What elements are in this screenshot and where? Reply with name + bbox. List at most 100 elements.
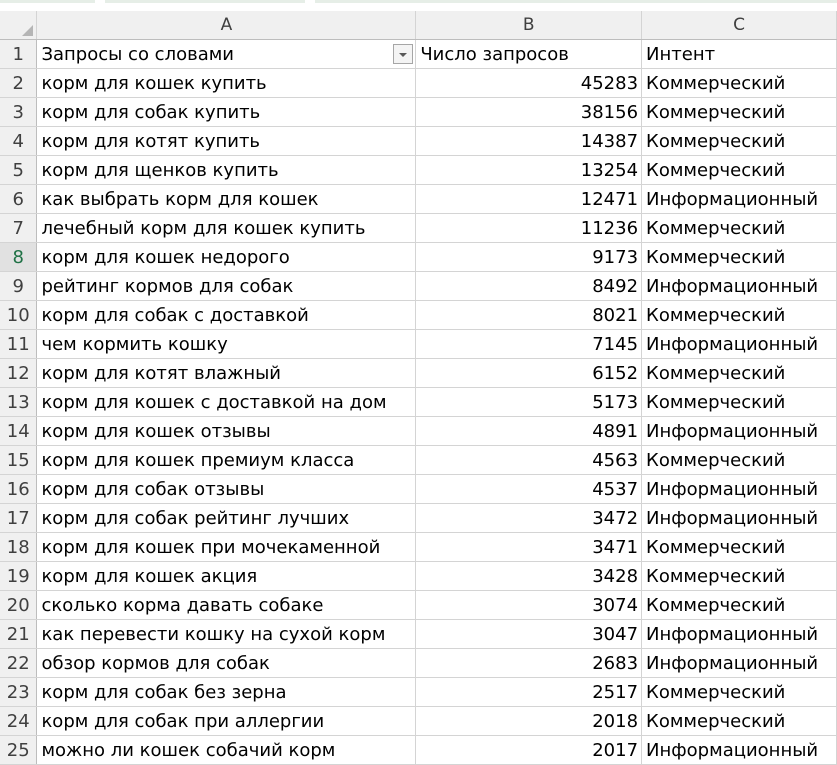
row-header[interactable]: 18 xyxy=(0,532,38,562)
row-header[interactable]: 17 xyxy=(0,503,38,533)
filter-dropdown-button[interactable] xyxy=(393,44,414,64)
cell-query[interactable]: как перевести кошку на сухой корм xyxy=(36,619,417,649)
cell-count[interactable]: 8492 xyxy=(415,271,643,301)
cell-header-queries[interactable]: Запросы со словами xyxy=(36,39,417,69)
row-header[interactable]: 21 xyxy=(0,619,38,649)
row-header[interactable]: 14 xyxy=(0,416,38,446)
cell-header-intent[interactable]: Интент xyxy=(641,39,837,69)
cell-count[interactable]: 3428 xyxy=(415,561,643,591)
cell-intent[interactable]: Коммерческий xyxy=(641,677,837,707)
row-header[interactable]: 6 xyxy=(0,184,38,214)
cell-intent[interactable]: Коммерческий xyxy=(641,706,837,736)
cell-query[interactable]: корм для кошек акция xyxy=(36,561,417,591)
cell-intent[interactable]: Информационный xyxy=(641,184,837,214)
row-header[interactable]: 19 xyxy=(0,561,38,591)
cell-intent[interactable]: Информационный xyxy=(641,735,837,765)
column-header-b[interactable]: B xyxy=(415,11,643,40)
cell-intent[interactable]: Коммерческий xyxy=(641,300,837,330)
cell-count[interactable]: 6152 xyxy=(415,358,643,388)
cell-count[interactable]: 3047 xyxy=(415,619,643,649)
cell-intent[interactable]: Коммерческий xyxy=(641,561,837,591)
cell-count[interactable]: 13254 xyxy=(415,155,643,185)
cell-intent[interactable]: Коммерческий xyxy=(641,213,837,243)
column-header-a[interactable]: A xyxy=(36,11,417,40)
row-header[interactable]: 15 xyxy=(0,445,38,475)
row-header[interactable]: 11 xyxy=(0,329,38,359)
cell-intent[interactable]: Информационный xyxy=(641,416,837,446)
cell-count[interactable]: 4563 xyxy=(415,445,643,475)
cell-count[interactable]: 3471 xyxy=(415,532,643,562)
row-header[interactable]: 22 xyxy=(0,648,38,678)
cell-intent[interactable]: Информационный xyxy=(641,271,837,301)
cell-intent[interactable]: Коммерческий xyxy=(641,97,837,127)
cell-query[interactable]: корм для котят купить xyxy=(36,126,417,156)
cell-query[interactable]: можно ли кошек собачий корм xyxy=(36,735,417,765)
cell-query[interactable]: корм для кошек отзывы xyxy=(36,416,417,446)
cell-intent[interactable]: Информационный xyxy=(641,619,837,649)
cell-count[interactable]: 3074 xyxy=(415,590,643,620)
cell-query[interactable]: корм для собак отзывы xyxy=(36,474,417,504)
cell-intent[interactable]: Информационный xyxy=(641,648,837,678)
cell-intent[interactable]: Коммерческий xyxy=(641,68,837,98)
cell-query[interactable]: корм для кошек при мочекаменной xyxy=(36,532,417,562)
cell-count[interactable]: 45283 xyxy=(415,68,643,98)
cell-query[interactable]: корм для собак при аллергии xyxy=(36,706,417,736)
row-header[interactable]: 4 xyxy=(0,126,38,156)
select-all-button[interactable] xyxy=(0,11,38,40)
cell-count[interactable]: 14387 xyxy=(415,126,643,156)
cell-intent[interactable]: Коммерческий xyxy=(641,126,837,156)
row-header[interactable]: 8 xyxy=(0,242,38,272)
cell-count[interactable]: 11236 xyxy=(415,213,643,243)
cell-count[interactable]: 38156 xyxy=(415,97,643,127)
cell-header-count[interactable]: Число запросов xyxy=(415,39,643,69)
row-header[interactable]: 1 xyxy=(0,39,38,69)
cell-count[interactable]: 5173 xyxy=(415,387,643,417)
cell-intent[interactable]: Коммерческий xyxy=(641,532,837,562)
cell-query[interactable]: корм для щенков купить xyxy=(36,155,417,185)
cell-query[interactable]: обзор кормов для собак xyxy=(36,648,417,678)
row-header[interactable]: 23 xyxy=(0,677,38,707)
cell-count[interactable]: 2517 xyxy=(415,677,643,707)
column-header-c[interactable]: C xyxy=(641,11,837,40)
cell-query[interactable]: корм для кошек премиум класса xyxy=(36,445,417,475)
cell-query[interactable]: корм для кошек с доставкой на дом xyxy=(36,387,417,417)
cell-intent[interactable]: Коммерческий xyxy=(641,358,837,388)
cell-intent[interactable]: Коммерческий xyxy=(641,590,837,620)
cell-query[interactable]: корм для кошек купить xyxy=(36,68,417,98)
row-header[interactable]: 7 xyxy=(0,213,38,243)
cell-count[interactable]: 4537 xyxy=(415,474,643,504)
cell-intent[interactable]: Коммерческий xyxy=(641,387,837,417)
cell-count[interactable]: 2683 xyxy=(415,648,643,678)
cell-count[interactable]: 2018 xyxy=(415,706,643,736)
row-header[interactable]: 13 xyxy=(0,387,38,417)
cell-count[interactable]: 2017 xyxy=(415,735,643,765)
row-header[interactable]: 10 xyxy=(0,300,38,330)
cell-query[interactable]: корм для кошек недорого xyxy=(36,242,417,272)
cell-intent[interactable]: Информационный xyxy=(641,503,837,533)
cell-count[interactable]: 3472 xyxy=(415,503,643,533)
cell-query[interactable]: лечебный корм для кошек купить xyxy=(36,213,417,243)
row-header[interactable]: 12 xyxy=(0,358,38,388)
cell-count[interactable]: 9173 xyxy=(415,242,643,272)
cell-query[interactable]: корм для собак с доставкой xyxy=(36,300,417,330)
cell-query[interactable]: как выбрать корм для кошек xyxy=(36,184,417,214)
cell-intent[interactable]: Коммерческий xyxy=(641,155,837,185)
cell-count[interactable]: 8021 xyxy=(415,300,643,330)
cell-query[interactable]: корм для собак без зерна xyxy=(36,677,417,707)
row-header[interactable]: 5 xyxy=(0,155,38,185)
cell-intent[interactable]: Информационный xyxy=(641,474,837,504)
cell-query[interactable]: корм для котят влажный xyxy=(36,358,417,388)
row-header[interactable]: 25 xyxy=(0,735,38,765)
row-header[interactable]: 16 xyxy=(0,474,38,504)
cell-intent[interactable]: Коммерческий xyxy=(641,242,837,272)
cell-query[interactable]: корм для собак купить xyxy=(36,97,417,127)
cell-query[interactable]: рейтинг кормов для собак xyxy=(36,271,417,301)
row-header[interactable]: 24 xyxy=(0,706,38,736)
row-header[interactable]: 9 xyxy=(0,271,38,301)
cell-intent[interactable]: Коммерческий xyxy=(641,445,837,475)
row-header[interactable]: 20 xyxy=(0,590,38,620)
cell-count[interactable]: 7145 xyxy=(415,329,643,359)
row-header[interactable]: 3 xyxy=(0,97,38,127)
cell-intent[interactable]: Информационный xyxy=(641,329,837,359)
cell-query[interactable]: сколько корма давать собаке xyxy=(36,590,417,620)
